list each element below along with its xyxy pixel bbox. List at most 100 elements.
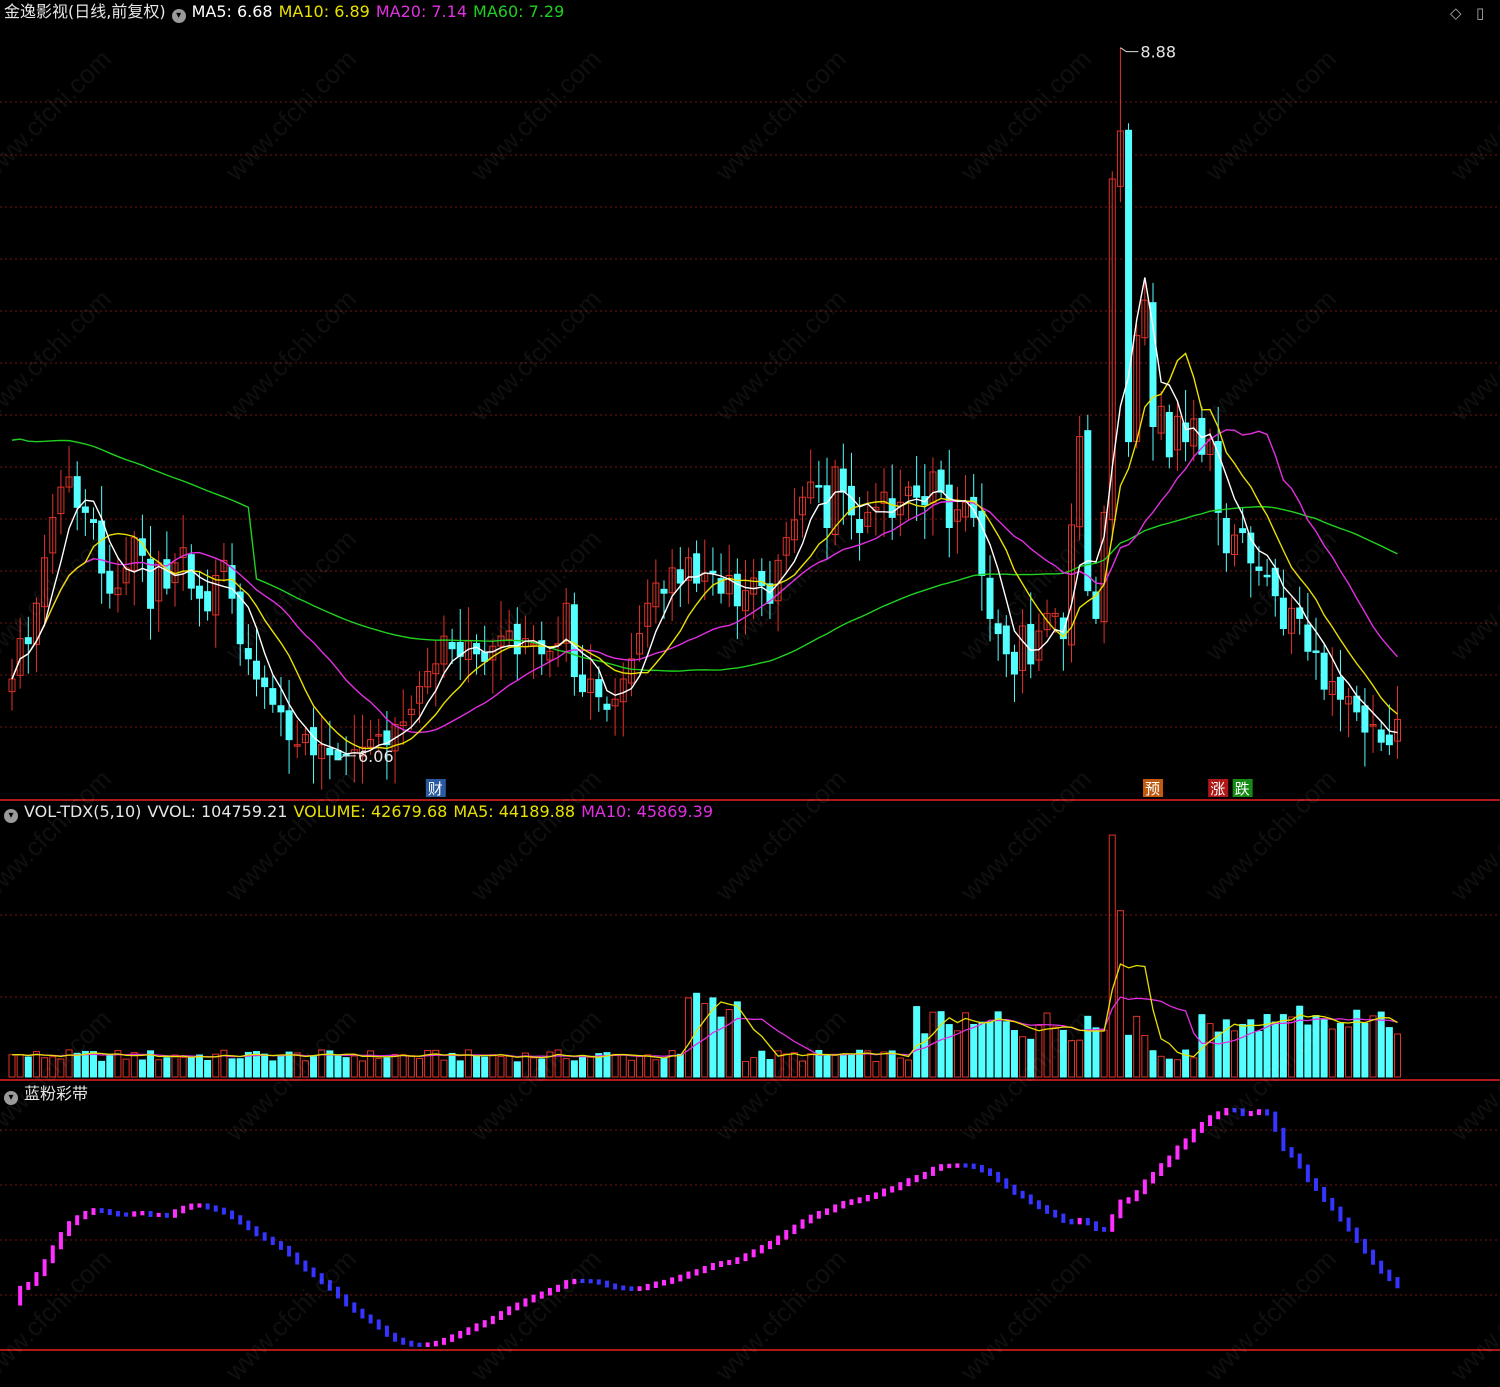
volume-bar	[823, 1054, 831, 1078]
band-segment	[1175, 1145, 1180, 1160]
volume-bar	[1377, 1011, 1385, 1078]
band-segment	[1142, 1179, 1147, 1195]
candle-body	[693, 553, 701, 584]
volume-bar	[1336, 1022, 1344, 1078]
band-segment	[1134, 1190, 1139, 1202]
band-segment	[955, 1163, 960, 1168]
volume-bar	[383, 1057, 391, 1078]
volume-bar	[1157, 1055, 1165, 1078]
volume-bar	[220, 1049, 228, 1078]
band-segment	[1167, 1155, 1172, 1168]
volume-bar	[587, 1056, 595, 1078]
volume-bar	[1312, 1015, 1320, 1078]
band-segment	[833, 1204, 838, 1213]
band-segment	[890, 1186, 895, 1193]
band-segment	[914, 1175, 919, 1183]
volume-bar	[888, 1050, 896, 1078]
band-segment	[107, 1209, 112, 1216]
band-segment	[458, 1330, 463, 1339]
volume-bar	[1239, 1023, 1247, 1078]
candle-body	[1263, 574, 1271, 578]
band-indicator-name[interactable]: 蓝粉彩带	[24, 1084, 88, 1103]
band-segment	[727, 1259, 732, 1266]
volume-bar	[1092, 1027, 1100, 1078]
volume-bar	[790, 1052, 798, 1078]
dropdown-icon[interactable]: ▾	[4, 1091, 18, 1105]
volume-bar	[1369, 1015, 1377, 1078]
volume-bar	[1206, 1023, 1214, 1078]
band-segment	[319, 1273, 324, 1285]
volume-bar	[464, 1049, 472, 1078]
candle-body	[73, 476, 81, 508]
band-segment	[515, 1302, 520, 1311]
volume-bar	[579, 1054, 586, 1078]
candle-body	[1239, 528, 1247, 534]
volume-bar	[98, 1060, 106, 1078]
vol-indicator-name[interactable]: VOL-TDX(5,10)	[24, 802, 141, 821]
band-segment	[653, 1281, 658, 1288]
band-segment	[1273, 1111, 1278, 1132]
band-segment	[637, 1286, 642, 1292]
volume-bar	[1141, 1034, 1149, 1078]
candle-body	[1149, 302, 1157, 427]
vvol-value: VVOL: 104759.21	[147, 802, 288, 821]
band-segment	[604, 1280, 609, 1288]
ma60-value: MA60: 7.29	[473, 2, 565, 21]
window-restore-icon[interactable]: ▯	[1476, 4, 1484, 22]
band-segment	[409, 1340, 414, 1347]
band-segment	[1118, 1199, 1123, 1219]
volume-bar	[660, 1058, 668, 1078]
band-segment	[1208, 1115, 1213, 1127]
band-segment	[1240, 1108, 1245, 1117]
band-segment	[1338, 1206, 1343, 1222]
band-segment	[1020, 1190, 1025, 1199]
candle-body	[310, 727, 318, 756]
volume-bar	[1353, 1009, 1361, 1078]
volume-bar	[416, 1057, 423, 1078]
vol-ma10-value: MA10: 45869.39	[581, 802, 713, 821]
candle-body	[986, 577, 994, 619]
candle-body	[98, 520, 106, 574]
band-segment	[857, 1197, 862, 1204]
band-segment	[882, 1188, 887, 1197]
volume-bar	[953, 1030, 961, 1078]
band-segment	[230, 1210, 235, 1220]
volume-bar	[440, 1059, 448, 1078]
dropdown-icon[interactable]: ▾	[4, 809, 18, 823]
volume-bar	[310, 1056, 318, 1078]
band-segment	[433, 1340, 438, 1347]
volume-bar	[733, 1001, 741, 1078]
diamond-icon[interactable]: ◇	[1450, 4, 1462, 22]
band-segment	[1085, 1218, 1090, 1226]
candle-body	[1336, 676, 1344, 700]
volume-bar	[807, 1053, 815, 1078]
band-segment	[1126, 1197, 1131, 1204]
volume-bar	[171, 1054, 179, 1078]
volume-bar	[65, 1049, 73, 1078]
band-segment	[384, 1325, 389, 1337]
band-segment	[1159, 1163, 1164, 1177]
band-segment	[132, 1211, 137, 1217]
band-segment	[83, 1210, 88, 1220]
chart-title[interactable]: 金逸影视(日线,前复权)	[4, 2, 166, 21]
candle-body	[945, 484, 953, 529]
high-marker-arrow	[1120, 47, 1139, 53]
volume-bar	[611, 1053, 619, 1078]
band-segment	[287, 1245, 292, 1257]
band-segment	[939, 1164, 944, 1171]
band-segment	[930, 1166, 935, 1176]
candle-body	[24, 637, 32, 645]
band-segment	[971, 1163, 976, 1169]
candle-body	[595, 679, 603, 698]
volume-bar	[1231, 1030, 1238, 1078]
candle-body	[253, 660, 260, 680]
volume-bar	[375, 1057, 383, 1078]
volume-bar	[725, 1008, 733, 1078]
dropdown-icon[interactable]: ▾	[171, 9, 186, 23]
volume-ma5-line	[11, 963, 1398, 1059]
candle-body	[1255, 566, 1263, 571]
volume-bar	[41, 1057, 49, 1078]
band-segment	[1346, 1217, 1351, 1232]
candle-body	[204, 591, 212, 612]
candle-body	[579, 674, 586, 693]
